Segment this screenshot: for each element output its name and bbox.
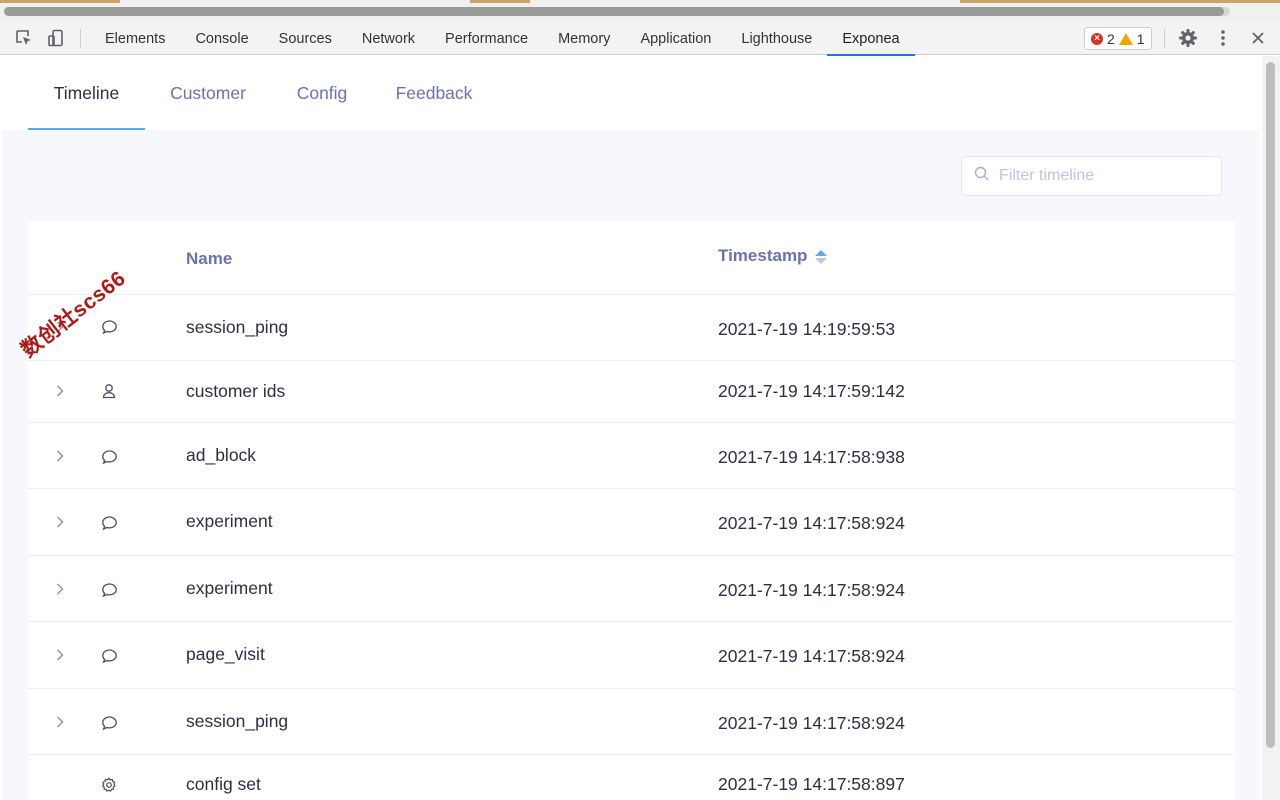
sort-icon[interactable] [815, 249, 828, 265]
more-vertical-icon[interactable] [1212, 27, 1234, 49]
panel-tabs: Timeline Customer Config Feedback [2, 56, 1260, 130]
table-row[interactable]: customer ids 2021-7-19 14:17:59:142 [28, 360, 1235, 422]
page-strip [0, 0, 1280, 22]
tab-lighthouse[interactable]: Lighthouse [726, 22, 827, 55]
error-count: 2 [1107, 30, 1115, 47]
chevron-right-icon[interactable] [52, 714, 68, 730]
tab-exponea[interactable]: Exponea [827, 22, 915, 56]
event-timestamp: 2021-7-19 14:17:58:924 [718, 513, 905, 533]
chat-bubble-icon [100, 448, 118, 466]
table-row[interactable]: experiment 2021-7-19 14:17:58:924 [28, 555, 1235, 621]
event-timestamp: 2021-7-19 14:17:58:924 [718, 580, 905, 600]
tab-network[interactable]: Network [347, 22, 430, 55]
table-row[interactable]: session_ping 2021-7-19 14:19:59:53 [28, 294, 1235, 360]
page-image-edge [960, 0, 1280, 3]
close-icon[interactable] [1247, 27, 1269, 49]
column-header-timestamp-label: Timestamp [718, 246, 808, 265]
tab-console[interactable]: Console [180, 22, 263, 55]
event-name: page_visit [186, 644, 265, 664]
table-row: config set 2021-7-19 14:17:58:897 [28, 754, 1235, 800]
event-timestamp: 2021-7-19 14:17:58:938 [718, 447, 905, 467]
toolbar-divider [1164, 29, 1165, 48]
column-header-name[interactable]: Name [186, 249, 232, 269]
chat-bubble-icon [100, 647, 118, 665]
event-timestamp: 2021-7-19 14:17:58:897 [718, 774, 905, 794]
filter-timeline-field[interactable] [961, 156, 1222, 196]
event-name: experiment [186, 578, 273, 598]
warning-icon [1118, 32, 1133, 45]
exponea-panel: Timeline Customer Config Feedback Name T… [2, 56, 1260, 800]
tab-elements[interactable]: Elements [90, 22, 180, 55]
column-header-timestamp[interactable]: Timestamp [718, 246, 828, 266]
gear-icon[interactable] [1177, 27, 1199, 49]
horizontal-scrollbar[interactable] [4, 7, 1230, 16]
tab-config[interactable]: Config [286, 56, 358, 130]
event-timestamp: 2021-7-19 14:19:59:53 [718, 319, 896, 339]
tab-performance[interactable]: Performance [430, 22, 543, 55]
event-timestamp: 2021-7-19 14:17:59:142 [718, 381, 905, 401]
toolbar-divider [80, 29, 81, 48]
vertical-scrollbar-thumb[interactable] [1266, 62, 1275, 748]
event-name: experiment [186, 511, 273, 531]
search-icon [974, 166, 990, 187]
table-row[interactable]: session_ping 2021-7-19 14:17:58:924 [28, 688, 1235, 754]
event-timestamp: 2021-7-19 14:17:58:924 [718, 646, 905, 666]
chevron-right-icon[interactable] [52, 647, 68, 663]
device-toggle-icon[interactable] [45, 27, 67, 49]
tab-sources[interactable]: Sources [264, 22, 347, 55]
devtools-tabs: Elements Console Sources Network Perform… [90, 22, 915, 56]
event-name: session_ping [186, 317, 289, 337]
chat-bubble-icon [100, 514, 118, 532]
chevron-right-icon[interactable] [52, 383, 68, 399]
table-row[interactable]: page_visit 2021-7-19 14:17:58:924 [28, 621, 1235, 688]
event-name: session_ping [186, 711, 289, 731]
event-name: config set [186, 774, 261, 794]
devtools-toolbar: Elements Console Sources Network Perform… [0, 22, 1280, 56]
chat-bubble-icon [100, 318, 118, 336]
chat-bubble-icon [100, 581, 118, 599]
tab-application[interactable]: Application [625, 22, 726, 55]
error-icon: × [1091, 32, 1103, 45]
vertical-scrollbar[interactable] [1262, 56, 1280, 800]
chevron-right-icon[interactable] [52, 448, 68, 464]
inspect-element-icon[interactable] [13, 27, 35, 49]
page-image-edge [0, 0, 120, 3]
event-name: customer ids [186, 381, 286, 401]
gear-icon [100, 776, 118, 794]
tab-timeline[interactable]: Timeline [28, 56, 145, 130]
horizontal-scrollbar-thumb[interactable] [4, 7, 1224, 16]
tab-feedback[interactable]: Feedback [387, 56, 481, 130]
chevron-right-icon[interactable] [52, 514, 68, 530]
page-image-edge [470, 0, 530, 3]
table-row[interactable]: experiment 2021-7-19 14:17:58:924 [28, 488, 1235, 555]
chevron-right-icon[interactable] [52, 581, 68, 597]
warning-count: 1 [1136, 30, 1145, 47]
tab-memory[interactable]: Memory [543, 22, 625, 55]
filter-timeline-input[interactable] [999, 167, 1199, 185]
issues-counter[interactable]: × 2 1 [1084, 27, 1152, 50]
user-icon [100, 382, 118, 400]
event-timestamp: 2021-7-19 14:17:58:924 [718, 713, 905, 733]
tab-customer[interactable]: Customer [160, 56, 256, 130]
table-row[interactable]: ad_block 2021-7-19 14:17:58:938 [28, 422, 1235, 488]
timeline-table: Name Timestamp session_ping 2021-7-19 14… [28, 221, 1235, 800]
chat-bubble-icon [100, 714, 118, 732]
event-name: ad_block [186, 445, 257, 465]
